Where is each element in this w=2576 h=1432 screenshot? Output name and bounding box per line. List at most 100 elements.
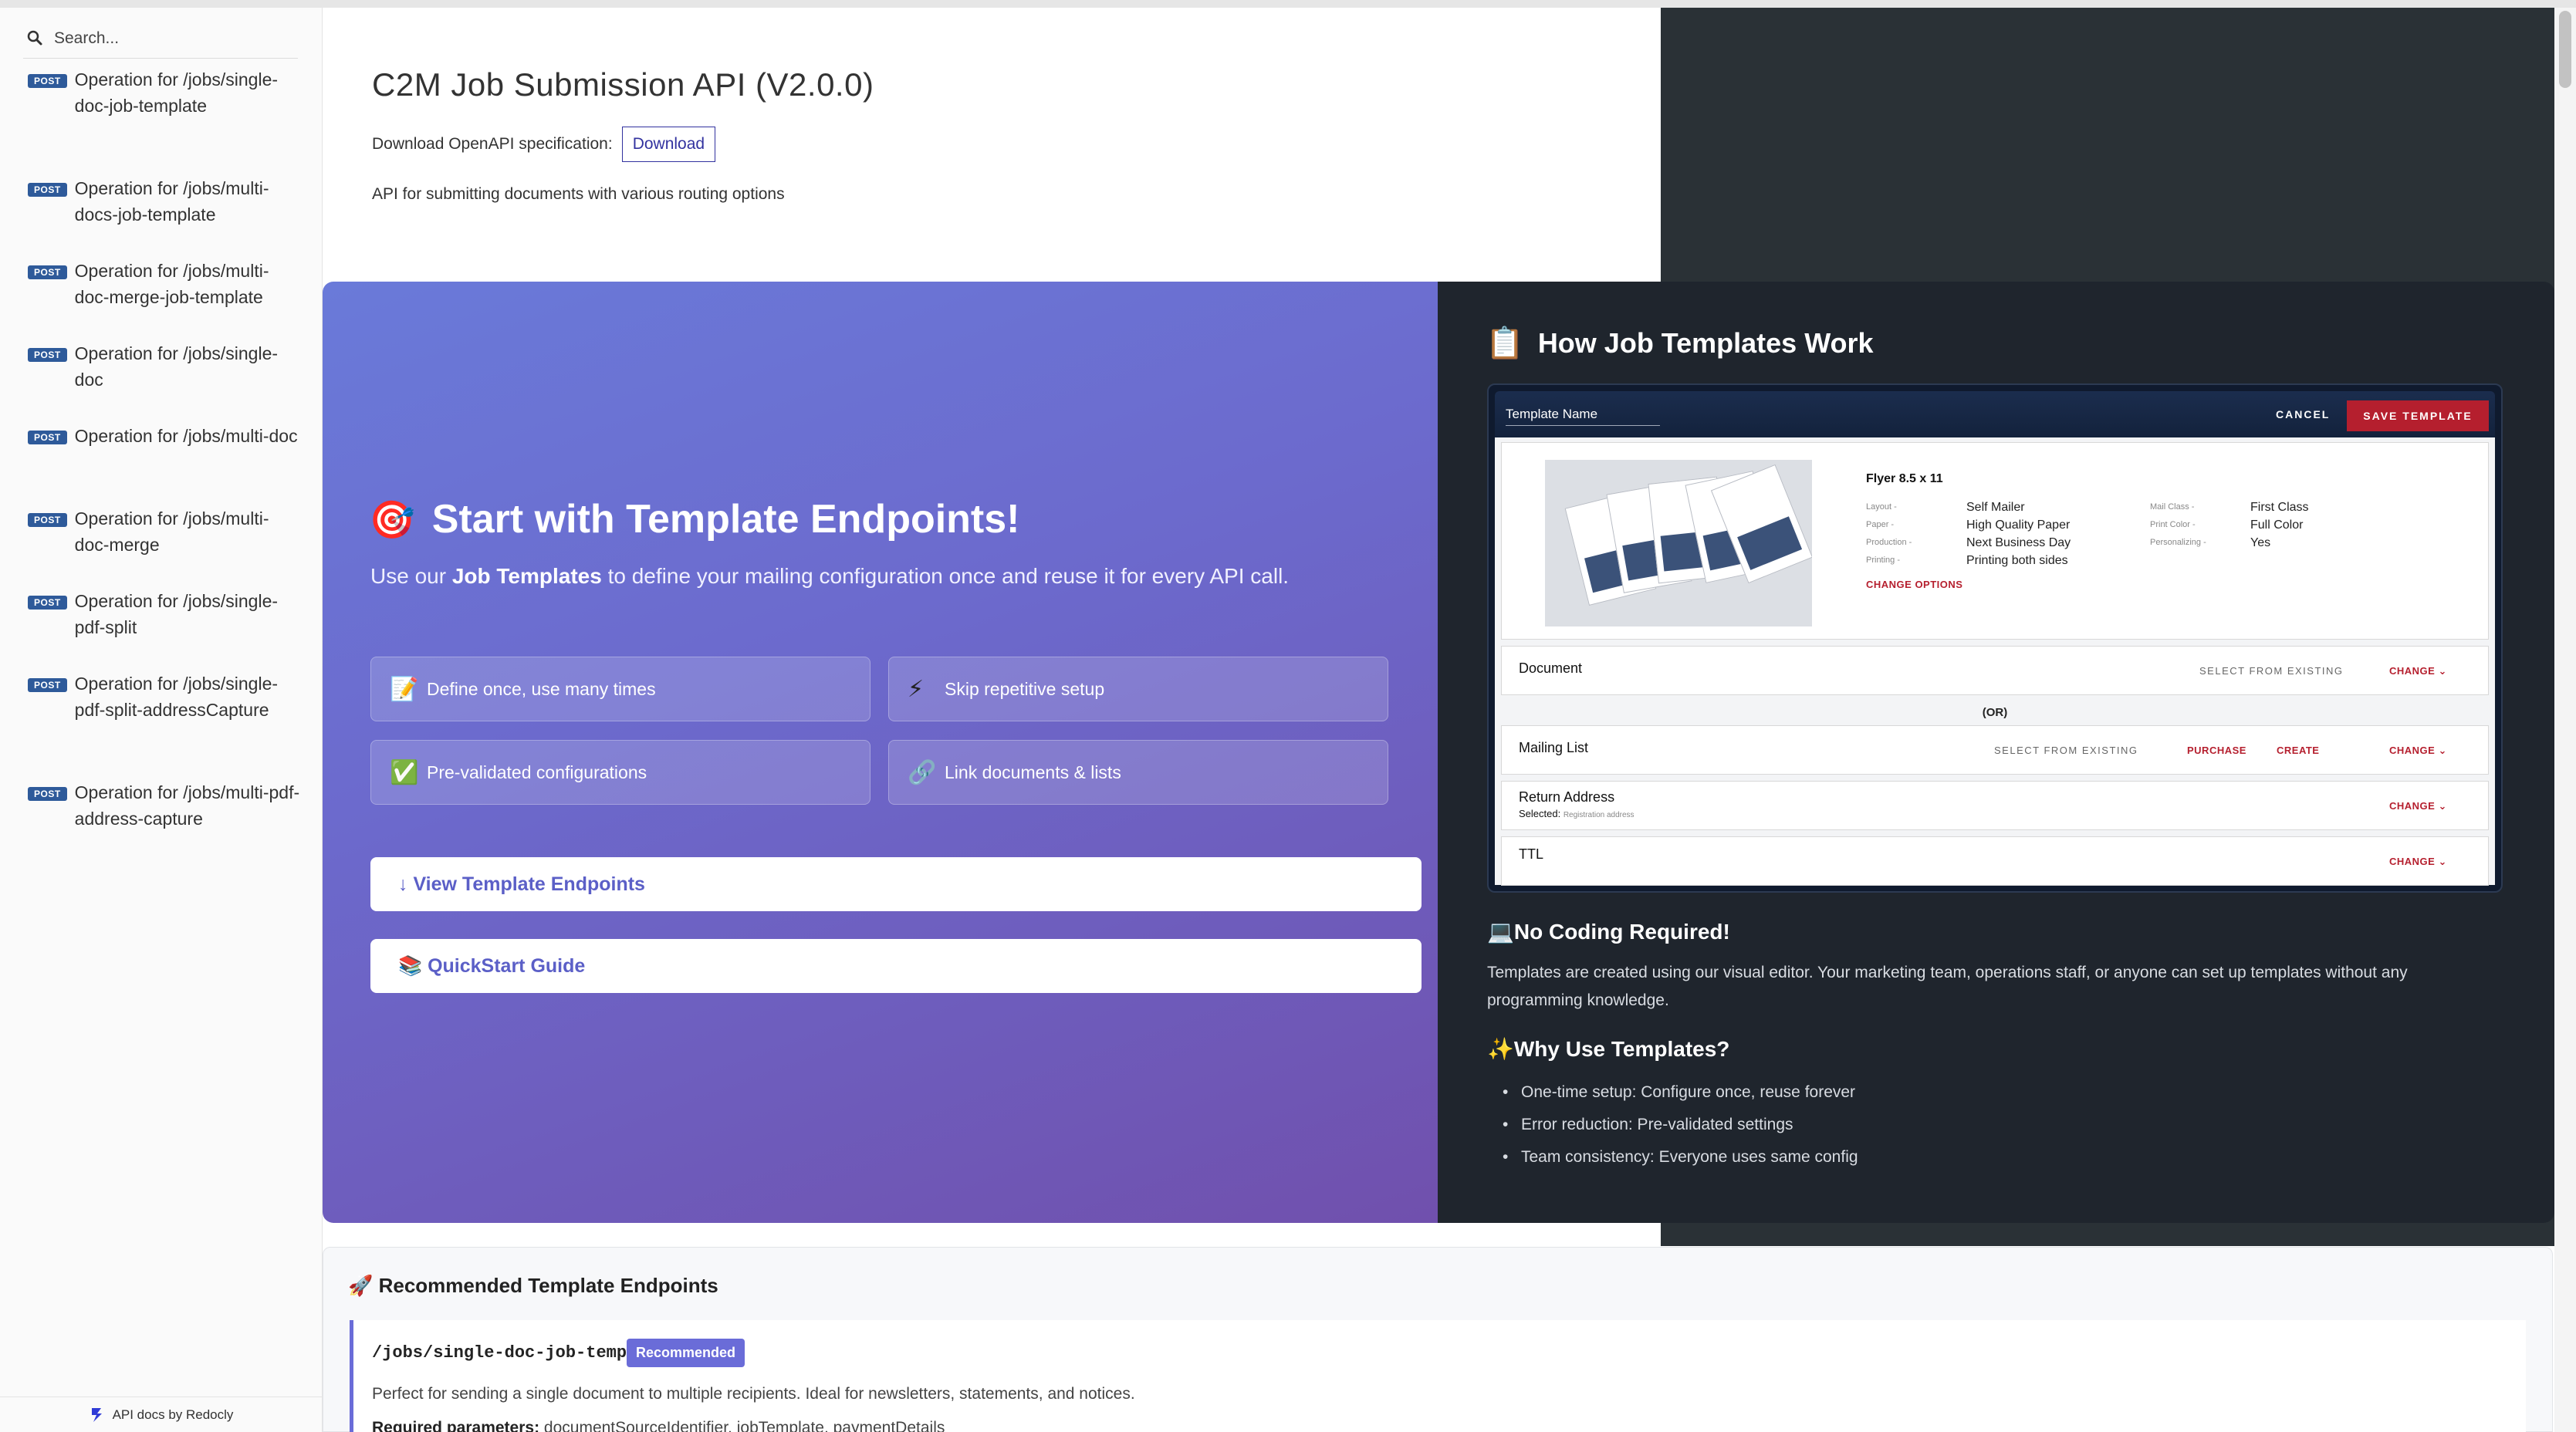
post-badge: POST	[28, 678, 67, 692]
mock-ttl-row: TTL CHANGE ⌄	[1501, 836, 2489, 886]
scrollbar-thumb[interactable]	[2559, 11, 2571, 88]
mock-cancel: CANCEL	[2276, 408, 2331, 420]
list-item: Team consistency: Everyone uses same con…	[1503, 1141, 1858, 1174]
post-badge: POST	[28, 596, 67, 610]
mock-right-keys: Mail Class - Print Color - Personalizing -	[2150, 502, 2206, 547]
sidebar-item-label: Operation for /jobs/multi-pdf-address-ca…	[74, 782, 300, 829]
scrollbar-track[interactable]	[2554, 8, 2576, 1432]
mock-save-template: SAVE TEMPLATE	[2347, 400, 2489, 431]
download-label: Download OpenAPI specification:	[372, 135, 613, 153]
sidebar-item-multi-pdf-address-capture[interactable]: POST Operation for /jobs/multi-pdf-addre…	[0, 779, 323, 849]
recommended-title: 🚀 Recommended Template Endpoints	[348, 1274, 718, 1297]
redocly-logo-icon	[91, 1407, 102, 1422]
how-it-works-title: 📋 How Job Templates Work	[1486, 325, 1874, 361]
endpoint-parameters: Required parameters: documentSourceIdent…	[372, 1419, 945, 1432]
sidebar-item-label: Operation for /jobs/multi-docs-job-templ…	[74, 178, 269, 225]
hero-title-text: Start with Template Endpoints!	[431, 497, 1020, 542]
sidebar-nav: POST Operation for /jobs/single-doc-job-…	[0, 66, 323, 849]
page-title: C2M Job Submission API (V2.0.0)	[372, 66, 874, 103]
api-description: API for submitting documents with variou…	[372, 185, 785, 203]
feature-pre-validated: ✅ Pre-validated configurations	[370, 740, 870, 805]
how-title-text: How Job Templates Work	[1537, 326, 1874, 359]
memo-icon: 📝	[390, 676, 419, 702]
post-badge: POST	[28, 431, 67, 444]
flyer-preview-image	[1545, 460, 1812, 626]
footer-text: API docs by Redocly	[112, 1407, 234, 1422]
redocly-footer-link[interactable]: API docs by Redocly	[0, 1397, 323, 1432]
mock-left-keys: Layout - Paper - Production - Printing -	[1866, 502, 1912, 565]
post-badge: POST	[28, 348, 67, 362]
no-coding-title: 💻No Coding Required!	[1487, 920, 1730, 944]
sidebar-item-label: Operation for /jobs/multi-doc-merge	[74, 508, 269, 555]
post-badge: POST	[28, 265, 67, 279]
mock-body: Flyer 8.5 x 11 Layout - Paper - Production…	[1495, 437, 2495, 886]
hero-title: 🎯 Start with Template Endpoints!	[369, 496, 1019, 542]
check-icon: ✅	[390, 759, 419, 785]
list-item: One-time setup: Configure once, reuse fo…	[1503, 1076, 1858, 1109]
sidebar-item-multi-docs-job-template[interactable]: POST Operation for /jobs/multi-docs-job-…	[0, 175, 323, 258]
sidebar-item-multi-doc[interactable]: POST Operation for /jobs/multi-doc	[0, 423, 323, 505]
clipboard-icon: 📋	[1486, 326, 1524, 360]
endpoint-description: Perfect for sending a single document to…	[372, 1385, 1135, 1403]
recommended-section: 🚀 Recommended Template Endpoints /jobs/s…	[323, 1247, 2553, 1432]
why-use-templates-title: ✨Why Use Templates?	[1487, 1037, 1730, 1061]
download-button[interactable]: Download	[621, 127, 716, 162]
feature-define-once: 📝 Define once, use many times	[370, 657, 870, 721]
sidebar-item-multi-doc-merge[interactable]: POST Operation for /jobs/multi-doc-merge	[0, 505, 323, 588]
list-item: Error reduction: Pre-validated settings	[1503, 1109, 1858, 1141]
hero-right-panel: 📋 How Job Templates Work Template Name C…	[1438, 282, 2554, 1223]
mock-left-values: Self Mailer High Quality Paper Next Busine…	[1966, 501, 2071, 567]
sidebar-item-single-doc-job-template[interactable]: POST Operation for /jobs/single-doc-job-…	[0, 66, 323, 175]
mock-flyer-title: Flyer 8.5 x 11	[1866, 472, 1943, 485]
sidebar-item-label: Operation for /jobs/single-pdf-split-add…	[74, 674, 279, 720]
feature-skip-setup: ⚡ Skip repetitive setup	[888, 657, 1388, 721]
sidebar-item-label: Operation for /jobs/single-doc	[74, 343, 279, 390]
mock-flyer-card: Flyer 8.5 x 11 Layout - Paper - Production…	[1501, 442, 2489, 640]
mock-template-name: Template Name	[1506, 407, 1660, 426]
recommended-badge: Recommended	[627, 1339, 745, 1367]
mock-header: Template Name CANCEL SAVE TEMPLATE	[1495, 391, 2495, 437]
post-badge: POST	[28, 183, 67, 197]
sidebar-item-single-pdf-split-addresscapture[interactable]: POST Operation for /jobs/single-pdf-spli…	[0, 670, 323, 779]
no-coding-text: Templates are created using our visual e…	[1487, 964, 2408, 1009]
target-icon: 🎯	[369, 499, 415, 541]
hero-left-panel: 🎯 Start with Template Endpoints! Use our…	[323, 282, 1438, 1223]
top-border	[0, 0, 2576, 8]
hero-section: 🎯 Start with Template Endpoints! Use our…	[323, 282, 2554, 1223]
mock-right-values: First Class Full Color Yes	[2250, 501, 2309, 549]
sidebar-item-label: Operation for /jobs/multi-doc-merge-job-…	[74, 261, 269, 307]
post-badge: POST	[28, 787, 67, 801]
mock-or: (OR)	[1982, 706, 2008, 719]
view-template-endpoints-button[interactable]: ↓ View Template Endpoints	[370, 857, 1422, 911]
mock-return-address-row: Return Address Selected: Registration ad…	[1501, 781, 2489, 830]
post-badge: POST	[28, 513, 67, 527]
sidebar: POST Operation for /jobs/single-doc-job-…	[0, 8, 323, 1432]
feature-text: Define once, use many times	[427, 678, 656, 699]
endpoint-path[interactable]: /jobs/single-doc-job-template	[372, 1343, 668, 1363]
post-badge: POST	[28, 74, 67, 88]
sidebar-item-label: Operation for /jobs/single-pdf-split	[74, 591, 279, 637]
hero-subtitle: Use our Job Templates to define your mai…	[370, 564, 1290, 588]
template-editor-screenshot: Template Name CANCEL SAVE TEMPLATE Flyer…	[1487, 383, 2503, 893]
feature-text: Link documents & lists	[945, 762, 1121, 782]
mock-change-options: CHANGE OPTIONS	[1866, 579, 1963, 590]
mock-document-row: Document SELECT FROM EXISTING CHANGE ⌄	[1501, 646, 2489, 695]
feature-text: Pre-validated configurations	[427, 762, 647, 782]
mock-mailing-list-row: Mailing List SELECT FROM EXISTING PURCHA…	[1501, 725, 2489, 775]
sidebar-item-single-pdf-split[interactable]: POST Operation for /jobs/single-pdf-spli…	[0, 588, 323, 670]
feature-text: Skip repetitive setup	[945, 678, 1105, 699]
search-bar[interactable]	[23, 19, 298, 59]
sidebar-item-multi-doc-merge-job-template[interactable]: POST Operation for /jobs/multi-doc-merge…	[0, 258, 323, 340]
feature-link-documents: 🔗 Link documents & lists	[888, 740, 1388, 805]
download-row: Download OpenAPI specification: Download	[372, 127, 716, 162]
sidebar-item-label: Operation for /jobs/multi-doc	[74, 426, 298, 446]
quickstart-guide-button[interactable]: 📚 QuickStart Guide	[370, 939, 1422, 993]
recommended-endpoint-card[interactable]: /jobs/single-doc-job-template Recommende…	[350, 1320, 2526, 1432]
link-icon: 🔗	[908, 759, 937, 785]
lightning-icon: ⚡	[908, 676, 925, 702]
sidebar-item-single-doc[interactable]: POST Operation for /jobs/single-doc	[0, 340, 323, 423]
search-input[interactable]	[54, 29, 286, 48]
search-icon	[23, 25, 49, 52]
sidebar-item-label: Operation for /jobs/single-doc-job-templ…	[74, 69, 279, 116]
why-list: One-time setup: Configure once, reuse fo…	[1503, 1076, 1858, 1174]
